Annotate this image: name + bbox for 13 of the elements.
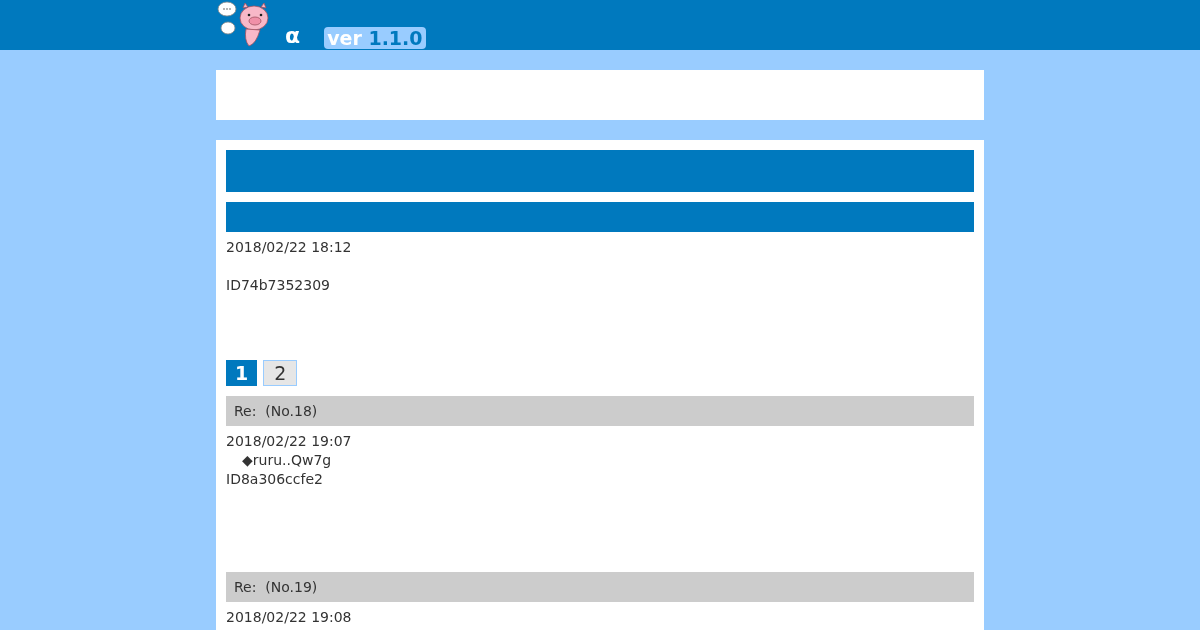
reply-header: Re: (No.18): [226, 396, 974, 426]
reply-header: Re: (No.19): [226, 572, 974, 602]
poster-id: ID8a306ccfe2: [226, 470, 324, 489]
author-name: ◆ruru..Qw7g: [241, 451, 333, 470]
site-title: α: [285, 23, 301, 50]
page-link[interactable]: 1: [226, 360, 258, 386]
version-badge: ver 1.1.0: [324, 27, 426, 49]
post-date: 2018/02/22 18:12: [226, 238, 353, 257]
post-date: 2018/02/22 19:08: [226, 608, 353, 627]
poster-id: ID74b7352309: [226, 276, 331, 295]
page-link[interactable]: 2: [263, 360, 298, 386]
post-date: 2018/02/22 19:07: [226, 432, 353, 451]
pig-logo-drawing: [216, 0, 272, 48]
